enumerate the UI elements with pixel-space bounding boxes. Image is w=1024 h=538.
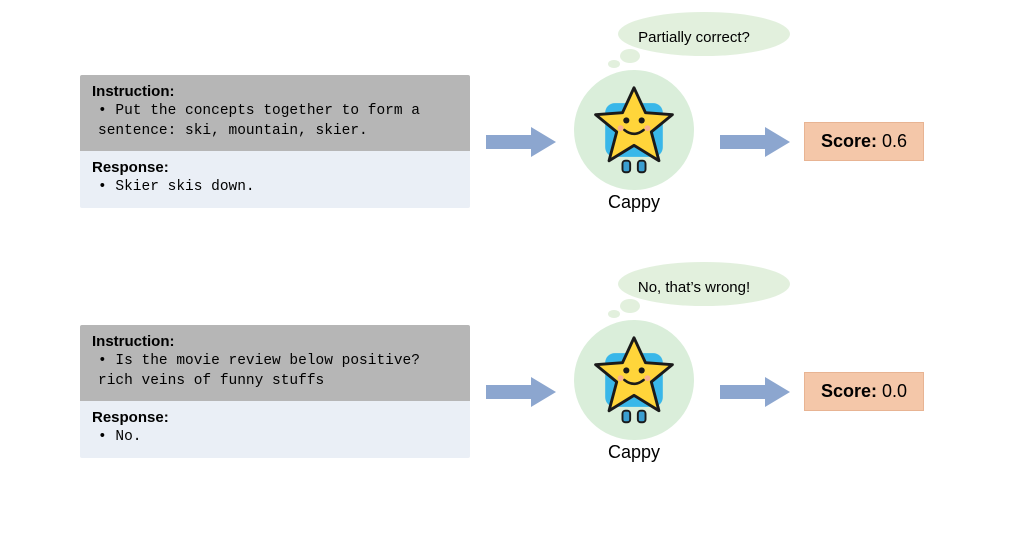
io-block: Instruction: Put the concepts together t… xyxy=(80,75,470,208)
arrow-icon xyxy=(486,376,556,408)
instruction-text: Put the concepts together to form a sent… xyxy=(92,102,458,141)
arrow-icon xyxy=(720,376,790,408)
instruction-panel: Instruction: Is the movie review below p… xyxy=(80,325,470,401)
instruction-label: Instruction: xyxy=(92,83,458,100)
response-panel: Response: Skier skis down. xyxy=(80,151,470,208)
thought-text: Partially correct? xyxy=(638,29,750,46)
agent-block: No, that’s wrong! Cappy xyxy=(564,320,704,463)
example-row: Instruction: Is the movie review below p… xyxy=(0,320,1024,463)
example-row: Instruction: Put the concepts together t… xyxy=(0,70,1024,213)
thought-bubble: No, that’s wrong! xyxy=(594,262,794,318)
score-value: 0.6 xyxy=(882,131,907,151)
io-block: Instruction: Is the movie review below p… xyxy=(80,325,470,458)
star-icon xyxy=(586,82,682,178)
score-value: 0.0 xyxy=(882,381,907,401)
instruction-text: Is the movie review below positive? rich… xyxy=(92,352,458,391)
agent-name: Cappy xyxy=(608,192,660,213)
thought-text: No, that’s wrong! xyxy=(638,279,750,296)
score-box: Score: 0.6 xyxy=(804,122,924,161)
response-label: Response: xyxy=(92,409,458,426)
score-label: Score: xyxy=(821,131,877,151)
response-text: Skier skis down. xyxy=(92,178,458,198)
score-label: Score: xyxy=(821,381,877,401)
thought-bubble: Partially correct? xyxy=(594,12,794,68)
arrow-icon xyxy=(720,126,790,158)
star-icon xyxy=(586,332,682,428)
arrow-icon xyxy=(486,126,556,158)
instruction-label: Instruction: xyxy=(92,333,458,350)
instruction-panel: Instruction: Put the concepts together t… xyxy=(80,75,470,151)
agent-avatar xyxy=(574,70,694,190)
score-box: Score: 0.0 xyxy=(804,372,924,411)
response-panel: Response: No. xyxy=(80,401,470,458)
response-text: No. xyxy=(92,428,458,448)
agent-block: Partially correct? Cappy xyxy=(564,70,704,213)
response-label: Response: xyxy=(92,159,458,176)
agent-name: Cappy xyxy=(608,442,660,463)
agent-avatar xyxy=(574,320,694,440)
